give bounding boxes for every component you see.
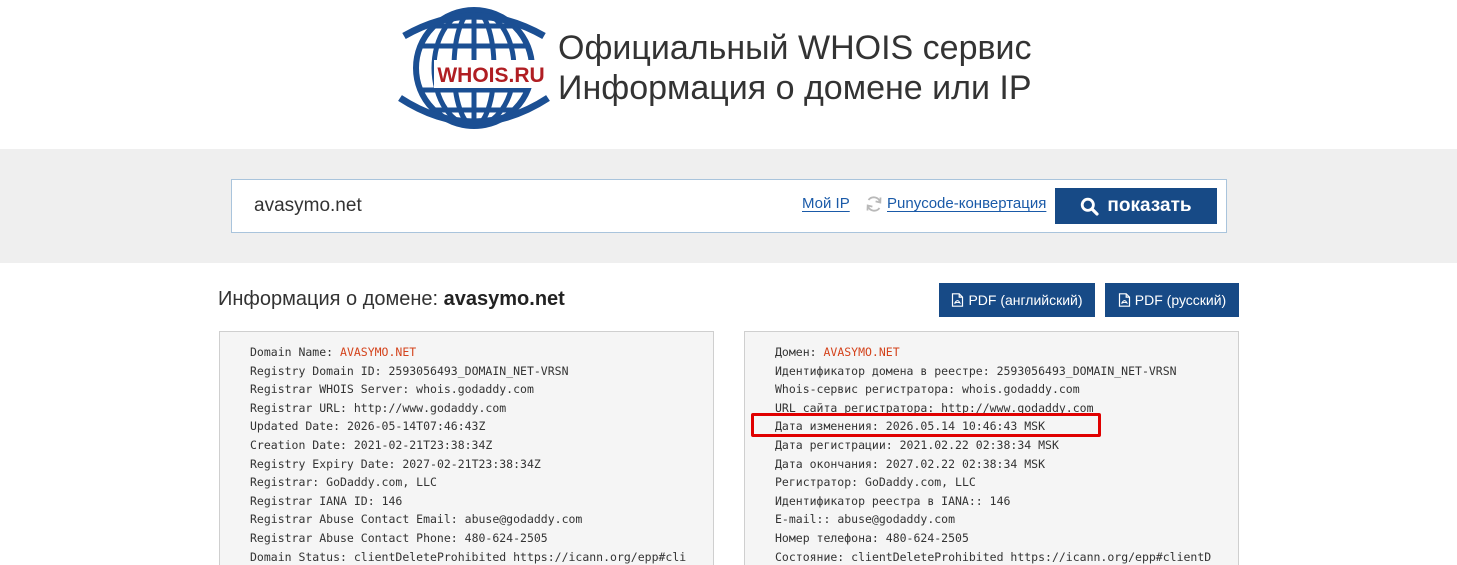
whois-field-value: 146 bbox=[381, 493, 403, 508]
search-band: Мой IP Punycode-конвертация показать bbox=[0, 149, 1457, 263]
whois-line: Updated Date: 2026-05-14T07:46:43Z bbox=[250, 417, 713, 436]
whois-line: Идентификатор домена в реестре: 25930564… bbox=[775, 362, 1238, 381]
whois-field-label: Registry Expiry Date: bbox=[250, 456, 403, 471]
whois-line: Домен: AVASYMO.NET bbox=[775, 343, 1238, 362]
whois-field-value: abuse@godaddy.com bbox=[464, 512, 583, 527]
whois-field-value: GoDaddy.com, LLC bbox=[865, 475, 976, 490]
whois-field-label: Updated Date: bbox=[250, 419, 347, 434]
domain-info-title-domain: avasymo.net bbox=[443, 288, 565, 310]
whois-field-label: Идентификатор домена в реестре: bbox=[775, 363, 997, 378]
whois-line: Дата окончания: 2027.02.22 02:38:34 MSK bbox=[775, 455, 1238, 474]
whois-field-label: Registrar Abuse Contact Phone: bbox=[250, 530, 465, 545]
whois-field-label: Registrar Abuse Contact Email: bbox=[250, 512, 465, 527]
whois-line: Registrar IANA ID: 146 bbox=[250, 492, 713, 511]
whois-field-value: http://www.godaddy.com bbox=[941, 400, 1094, 415]
whois-line: Domain Name: AVASYMO.NET bbox=[250, 343, 713, 362]
whois-field-value: 2021-02-21T23:38:34Z bbox=[353, 437, 493, 452]
whois-line: Registrar URL: http://www.godaddy.com bbox=[250, 399, 713, 418]
my-ip-link[interactable]: Мой IP bbox=[802, 195, 850, 212]
pdf-file-icon bbox=[1118, 293, 1130, 307]
whois-field-label: Domain Name: bbox=[250, 345, 341, 359]
whois-field-label: Регистратор: bbox=[775, 475, 866, 490]
whois-field-value: 2021.02.22 02:38:34 MSK bbox=[899, 437, 1059, 452]
whois-field-label: Домен: bbox=[775, 345, 824, 359]
globe-logo-icon[interactable]: WHOIS.RU bbox=[396, 6, 552, 130]
site-header: WHOIS.RU Официальный WHOIS сервис Информ… bbox=[0, 0, 1457, 149]
whois-field-value: whois.godaddy.com bbox=[416, 382, 534, 397]
pdf-russian-label: PDF (русский) bbox=[1134, 292, 1227, 308]
whois-field-value: 480-624-2505 bbox=[464, 530, 548, 545]
whois-field-value: 2027.02.22 02:38:34 MSK bbox=[885, 456, 1046, 471]
whois-line: E-mail:: abuse@godaddy.com bbox=[775, 510, 1238, 529]
whois-line: Domain Status: clientDeleteProhibited ht… bbox=[250, 548, 713, 565]
search-icon bbox=[1081, 197, 1100, 216]
whois-line: Registry Domain ID: 2593056493_DOMAIN_NE… bbox=[250, 362, 713, 381]
whois-line: Registrar Abuse Contact Email: abuse@god… bbox=[250, 510, 713, 529]
whois-line: Дата изменения: 2026.05.14 10:46:43 MSK bbox=[775, 417, 1238, 436]
whois-field-label: Whois-сервис регистратора: bbox=[775, 382, 962, 397]
whois-raw-english: Domain Name: AVASYMO.NET Registry Domain … bbox=[219, 331, 714, 565]
whois-field-label: URL сайта регистратора: bbox=[775, 400, 942, 415]
domain-search-input[interactable] bbox=[233, 181, 773, 231]
whois-field-value: abuse@godaddy.com bbox=[837, 512, 956, 527]
whois-field-label: Domain Status: bbox=[250, 549, 354, 564]
refresh-icon bbox=[866, 196, 882, 212]
whois-field-value: clientDeleteProhibited https://icann.org… bbox=[353, 549, 687, 564]
whois-field-label: Состояние: bbox=[775, 549, 852, 564]
whois-field-label: Registrar URL: bbox=[250, 400, 354, 415]
whois-field-label: Registrar: bbox=[250, 475, 327, 490]
domain-info-title: Информация о домене: avasymo.net bbox=[218, 288, 565, 311]
whois-line: URL сайта регистратора: http://www.godad… bbox=[775, 399, 1238, 418]
whois-field-label: Дата регистрации: bbox=[775, 437, 900, 452]
whois-line: Registrar Abuse Contact Phone: 480-624-2… bbox=[250, 529, 713, 548]
punycode-link[interactable]: Punycode-конвертация bbox=[887, 195, 1046, 212]
logo-text: WHOIS.RU bbox=[437, 64, 544, 87]
whois-field-value: GoDaddy.com, LLC bbox=[326, 475, 437, 490]
whois-line: Идентификатор реестра в IANA:: 146 bbox=[775, 492, 1238, 511]
whois-field-value: clientDeleteProhibited https://icann.org… bbox=[851, 549, 1212, 564]
whois-field-label: Номер телефона: bbox=[775, 530, 886, 545]
whois-field-label: Дата изменения: bbox=[775, 419, 886, 434]
whois-field-value: 2027-02-21T23:38:34Z bbox=[402, 456, 541, 471]
pdf-english-button[interactable]: PDF (английский) bbox=[939, 283, 1095, 317]
whois-field-label: Registrar IANA ID: bbox=[250, 493, 382, 508]
whois-field-label: E-mail:: bbox=[775, 512, 838, 527]
pdf-file-icon bbox=[952, 293, 964, 307]
whois-field-label: Дата окончания: bbox=[775, 456, 886, 471]
site-title-line1: Официальный WHOIS сервис bbox=[558, 29, 1032, 67]
whois-field-value: 480-624-2505 bbox=[885, 530, 969, 545]
whois-field-label: Creation Date: bbox=[250, 437, 354, 452]
whois-field-value: 2593056493_DOMAIN_NET-VRSN bbox=[996, 363, 1177, 378]
whois-field-label: Registry Domain ID: bbox=[250, 363, 389, 378]
pdf-english-label: PDF (английский) bbox=[968, 292, 1083, 308]
whois-line: Регистратор: GoDaddy.com, LLC bbox=[775, 473, 1238, 492]
site-title-line2: Информация о домене или IP bbox=[558, 69, 1032, 107]
search-form: Мой IP Punycode-конвертация показать bbox=[231, 179, 1227, 233]
show-button-label: показать bbox=[1107, 195, 1192, 216]
whois-field-value: 2026-05-14T07:46:43Z bbox=[346, 419, 486, 434]
whois-field-value: 2026.05.14 10:46:43 MSK bbox=[885, 419, 1046, 434]
whois-field-value: 2593056493_DOMAIN_NET-VRSN bbox=[388, 363, 569, 378]
whois-line: Registry Expiry Date: 2027-02-21T23:38:3… bbox=[250, 455, 713, 474]
whois-field-label: Registrar WHOIS Server: bbox=[250, 382, 417, 397]
pdf-russian-button[interactable]: PDF (русский) bbox=[1105, 283, 1239, 317]
whois-line: Whois-сервис регистратора: whois.godaddy… bbox=[775, 380, 1238, 399]
whois-line: Состояние: clientDeleteProhibited https:… bbox=[775, 548, 1238, 565]
whois-field-value: AVASYMO.NET bbox=[340, 345, 417, 359]
whois-line: Creation Date: 2021-02-21T23:38:34Z bbox=[250, 436, 713, 455]
whois-field-value: AVASYMO.NET bbox=[823, 345, 900, 359]
domain-info-title-prefix: Информация о домене: bbox=[218, 288, 439, 310]
whois-line: Номер телефона: 480-624-2505 bbox=[775, 529, 1238, 548]
whois-field-value: whois.godaddy.com bbox=[961, 382, 1080, 397]
whois-field-value: 146 bbox=[989, 493, 1011, 508]
site-title: Официальный WHOIS сервис Информация о до… bbox=[558, 28, 1032, 108]
whois-field-value: http://www.godaddy.com bbox=[353, 400, 507, 415]
whois-line: Registrar: GoDaddy.com, LLC bbox=[250, 473, 713, 492]
whois-raw-russian: Домен: AVASYMO.NET Идентификатор домена в… bbox=[744, 331, 1239, 565]
whois-line: Registrar WHOIS Server: whois.godaddy.co… bbox=[250, 380, 713, 399]
show-button[interactable]: показать bbox=[1055, 188, 1217, 224]
whois-line: Дата регистрации: 2021.02.22 02:38:34 MS… bbox=[775, 436, 1238, 455]
whois-field-label: Идентификатор реестра в IANA:: bbox=[775, 493, 990, 508]
